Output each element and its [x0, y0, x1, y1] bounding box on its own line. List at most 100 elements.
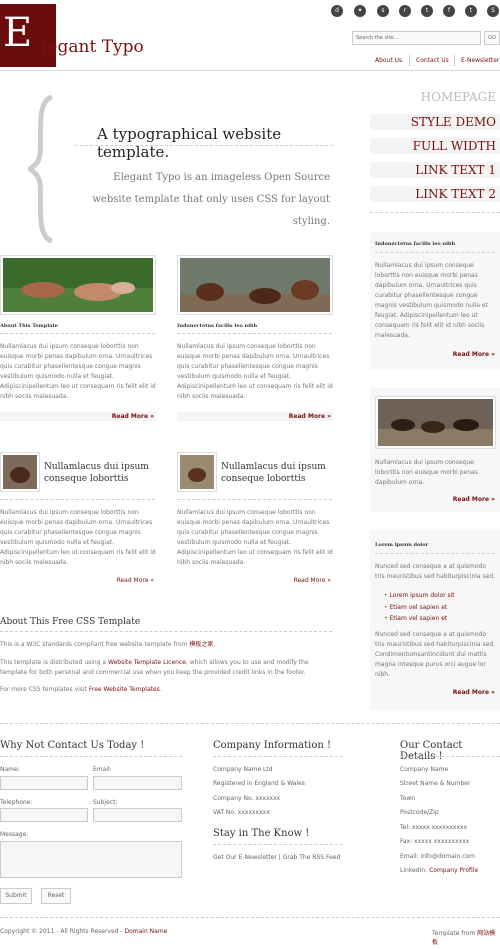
article-title: About This Template	[0, 323, 58, 329]
know-divider	[213, 844, 343, 845]
search-input[interactable]: Search the site...	[352, 31, 481, 45]
message-field[interactable]	[0, 841, 182, 878]
subject-label: Subject:	[93, 799, 118, 806]
newsletter-link[interactable]: Get Our E-Newsletter | Grab The RSS Feed	[213, 854, 340, 861]
telephone-field[interactable]	[0, 808, 88, 822]
read-more-link[interactable]: Read More »	[177, 413, 331, 420]
article-thumb	[0, 452, 40, 492]
nav-enewsletter[interactable]: E-Newsletter	[461, 57, 499, 64]
company-line: VAT No. xxxxxxxxx	[213, 809, 270, 816]
sidenav-homepage[interactable]: HOMEPAGE	[370, 90, 500, 104]
logo-text: legant Typo	[42, 37, 144, 57]
article-text: Nullamlacus dui ipsum conseque loborttis…	[177, 343, 333, 400]
reddit-icon[interactable]: r	[399, 5, 411, 17]
curly-brace-decoration	[28, 95, 54, 243]
read-more-link[interactable]: Read More »	[0, 413, 154, 420]
facebook-icon[interactable]: f	[443, 5, 455, 17]
email-field[interactable]	[93, 776, 182, 790]
article-divider	[177, 333, 332, 334]
sidebar-list-item[interactable]: • Lorem ipsum dolor sit	[384, 591, 494, 601]
sidenav-link-text-2[interactable]: LINK TEXT 2	[370, 186, 500, 202]
link-template-licence[interactable]: Website Template Licence	[108, 659, 186, 666]
details-line: Tel: xxxxx xxxxxxxxxx	[400, 824, 468, 831]
stumble-icon[interactable]: s	[377, 5, 389, 17]
read-more-link[interactable]: Read More »	[0, 577, 154, 584]
sidebar-list-item[interactable]: • Etiam vel sapien et	[384, 603, 494, 613]
sidenav-style-demo[interactable]: STYLE DEMO	[370, 114, 500, 130]
twitter-icon[interactable]: t	[465, 5, 477, 17]
hero-divider	[75, 145, 333, 146]
about-paragraph-3: For more CSS templates visit Free Websit…	[0, 686, 162, 693]
horse-thumb-image	[180, 455, 214, 489]
sidenav-link-text-1[interactable]: LINK TEXT 1	[370, 162, 500, 178]
article-image-horses-running	[0, 255, 156, 315]
search-go-button[interactable]: GO	[484, 31, 500, 45]
about-paragraph-2: This template is distributed using a Web…	[0, 659, 309, 676]
digg-icon[interactable]: d	[331, 5, 343, 17]
horses-image	[180, 258, 330, 312]
nav-divider	[409, 55, 410, 66]
logo-initial: E	[3, 10, 33, 56]
company-title: Company Information !	[213, 740, 331, 751]
domain-link[interactable]: Domain Name	[124, 928, 167, 935]
message-label: Message:	[0, 831, 29, 838]
details-line: Email: info@domain.com	[400, 853, 476, 860]
footer-divider	[0, 723, 500, 724]
article-title: Nullamlacus dui ipsum conseque loborttis	[44, 462, 149, 484]
sidebar-box-text: Nunced sed conseque a at quismodo tris m…	[375, 631, 496, 678]
details-divider	[400, 756, 500, 757]
horses-image	[3, 258, 153, 312]
company-line: Registered in England & Wales	[213, 780, 305, 787]
nav-about-us[interactable]: About Us	[375, 57, 402, 64]
horse-thumb-image	[3, 455, 37, 489]
telephone-label: Telephone:	[0, 799, 33, 806]
sidebar-list-item[interactable]: • Etiam vel sapien et	[384, 614, 494, 624]
sidenav-full-width[interactable]: FULL WIDTH	[370, 138, 500, 154]
reset-button[interactable]: Reset	[41, 888, 71, 904]
know-title: Stay in The Know !	[213, 828, 310, 839]
sidebar-box-text: Nunced sed conseque a at quismodo tris m…	[375, 563, 496, 580]
article-text: Nullamlacus dui ipsum conseque loborttis…	[177, 509, 333, 566]
company-divider	[213, 756, 343, 757]
details-title: Our Contact Details !	[400, 740, 463, 762]
company-line: Company No. xxxxxxx	[213, 795, 281, 802]
submit-button[interactable]: Submit	[0, 888, 32, 904]
link-mobanzhijia[interactable]: 模板之家	[189, 641, 213, 648]
about-divider	[0, 631, 332, 632]
hero-title: A typographical website template.	[97, 125, 282, 161]
details-line: Town	[400, 795, 416, 802]
copyright-divider	[0, 917, 500, 918]
link-free-website-templates[interactable]: Free Website Templates	[89, 686, 160, 693]
skype-icon[interactable]: S	[487, 5, 499, 17]
technorati-icon[interactable]: t	[421, 5, 433, 17]
article-divider	[0, 333, 155, 334]
hero-text: Elegant Typo is an imageless Open Source…	[92, 172, 330, 227]
sidebar-box-title: Indonectetus facilis leo nibh	[375, 241, 456, 247]
email-label: Email:	[93, 766, 112, 773]
article-text: Nullamlacus dui ipsum conseque loborttis…	[0, 343, 156, 400]
subject-field[interactable]	[93, 808, 182, 822]
sidenav-divider	[370, 212, 500, 213]
details-line: Street Name & Number	[400, 780, 471, 787]
contact-title: Why Not Contact Us Today !	[0, 740, 145, 751]
details-line: Fax: xxxxx xxxxxxxxxx	[400, 838, 470, 845]
article-divider	[177, 499, 332, 500]
nav-contact-us[interactable]: Contact Us	[416, 57, 449, 64]
article-divider	[0, 499, 155, 500]
read-more-link[interactable]: Read More »	[375, 351, 495, 358]
linkedin-link[interactable]: Company Profile	[429, 867, 478, 874]
template-credit: Template from 网站模板	[432, 930, 496, 946]
horse-racing-image	[378, 399, 493, 446]
delicious-icon[interactable]: ✦	[354, 5, 366, 17]
read-more-link[interactable]: Read More »	[375, 496, 495, 503]
read-more-link[interactable]: Read More »	[177, 577, 331, 584]
sidebar-box-text: Nullamlacus dui ipsum conseque loborttis…	[375, 459, 478, 486]
name-label: Name:	[0, 766, 20, 773]
linkedin-line: LinkedIn: Company Profile	[400, 867, 479, 874]
article-title: Indonectetus facilis leo nibh	[177, 323, 258, 329]
read-more-link[interactable]: Read More »	[375, 689, 495, 696]
sidebar-box-text: Nullamlacus dui ipsum conseque loborttis…	[375, 262, 488, 339]
nav-divider	[454, 55, 455, 66]
name-field[interactable]	[0, 776, 88, 790]
article-text: Nullamlacus dui ipsum conseque loborttis…	[0, 509, 156, 566]
